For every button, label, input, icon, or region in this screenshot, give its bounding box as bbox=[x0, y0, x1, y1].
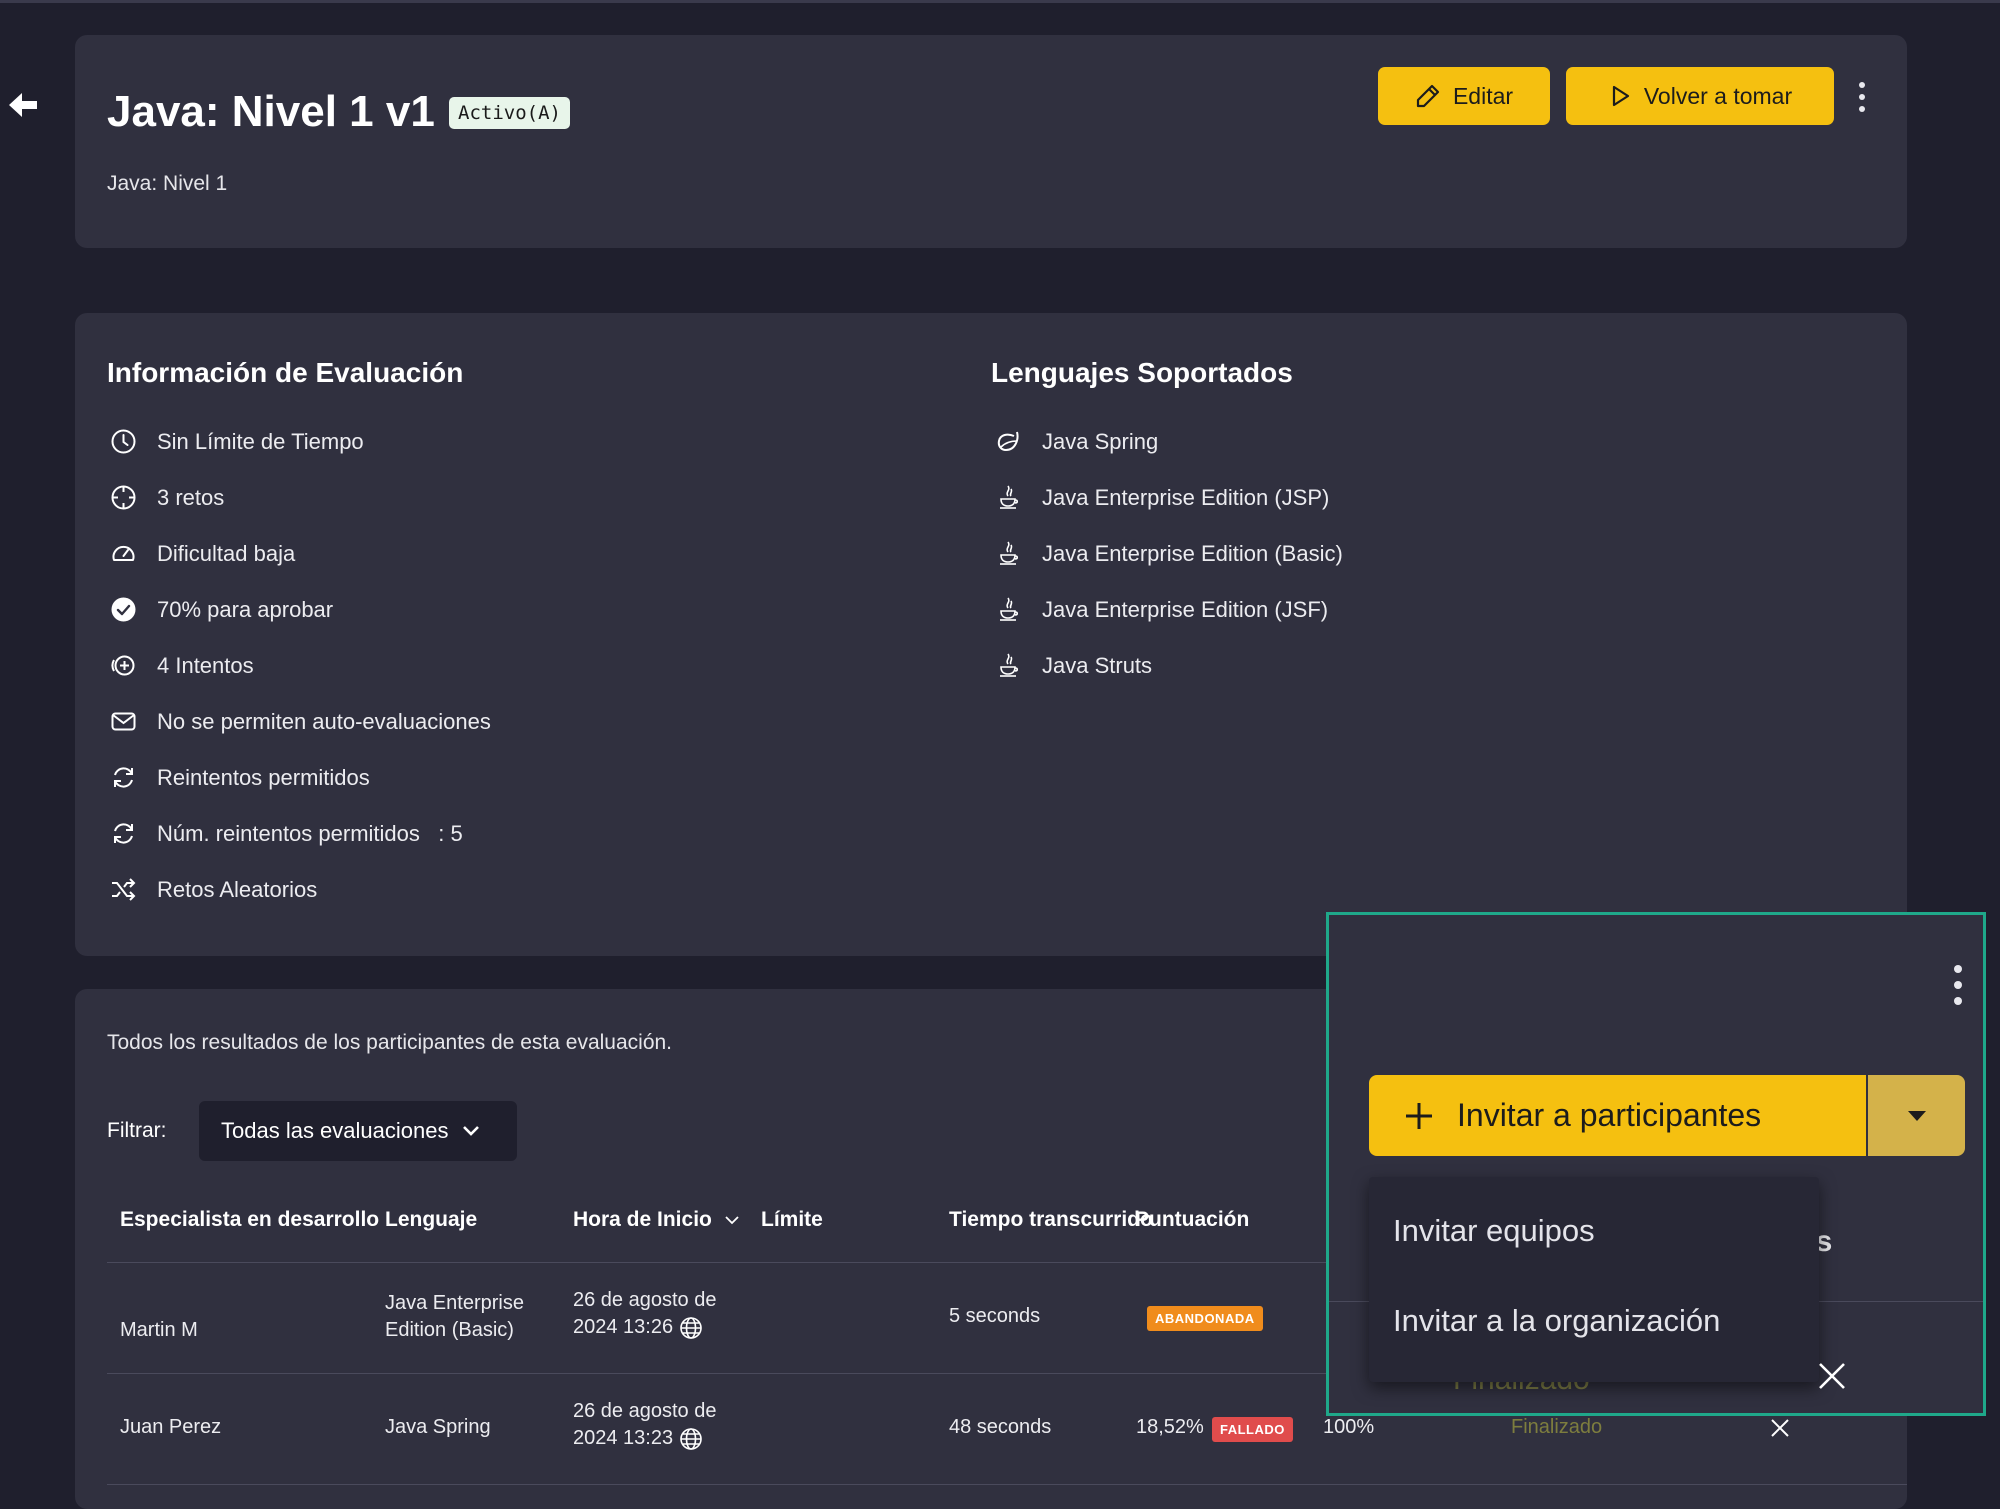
check-circle-icon bbox=[111, 597, 136, 622]
shuffle-icon bbox=[112, 878, 136, 901]
col-header-elapsed[interactable]: Tiempo transcurrido bbox=[949, 1208, 1153, 1232]
filter-select[interactable]: Todas las evaluaciones bbox=[199, 1101, 517, 1161]
row2-language: Java Spring bbox=[385, 1416, 491, 1438]
row1-elapsed: 5 seconds bbox=[949, 1305, 1041, 1327]
java-icon bbox=[1000, 485, 1019, 509]
globe-icon bbox=[680, 1316, 702, 1339]
row1-language: Java Enterprise Edition (Basic) bbox=[385, 1292, 524, 1341]
row2-score: 18,52% bbox=[1136, 1416, 1204, 1438]
java-icon bbox=[1000, 653, 1019, 677]
clock-icon bbox=[111, 429, 136, 454]
language-item-basic: Java Enterprise Edition (Basic) bbox=[995, 540, 1343, 567]
info-item-attempts: 4 Intentos bbox=[110, 652, 254, 679]
status-badge: Activo(A) bbox=[449, 97, 570, 129]
filter-value: Todas las evaluaciones bbox=[221, 1118, 449, 1143]
assessment-info-card: Información de Evaluación Sin Límite de … bbox=[75, 313, 1907, 956]
mail-icon bbox=[111, 712, 136, 731]
sort-chevron-icon bbox=[725, 1216, 739, 1225]
info-item-random-challenges: Retos Aleatorios bbox=[110, 876, 317, 903]
edit-button[interactable]: Editar bbox=[1378, 67, 1550, 125]
more-options-icon[interactable] bbox=[1859, 82, 1865, 112]
table-divider bbox=[107, 1484, 1907, 1485]
crosshair-icon bbox=[111, 485, 136, 510]
more-options-icon[interactable] bbox=[1954, 965, 1962, 1005]
plus-circle-icon bbox=[111, 655, 135, 676]
top-bar bbox=[0, 0, 2000, 3]
language-item-struts: Java Struts bbox=[995, 652, 1152, 679]
info-item-retries-count: Núm. reintentos permitidos : 5 bbox=[110, 820, 463, 847]
back-arrow-icon[interactable] bbox=[6, 90, 40, 120]
row2-state: Finalizado bbox=[1511, 1416, 1603, 1438]
assessment-header-card: Java: Nivel 1 v1 Activo(A) Java: Nivel 1… bbox=[75, 35, 1907, 248]
invite-participants-label: Invitar a participantes bbox=[1457, 1097, 1762, 1133]
row2-progress: 100% bbox=[1323, 1416, 1375, 1438]
info-section-title: Información de Evaluación bbox=[107, 357, 464, 388]
info-item-challenges: 3 retos bbox=[110, 484, 224, 511]
row1-status-badge: ABANDONADA bbox=[1147, 1306, 1263, 1331]
info-item-retries-allowed: Reintentos permitidos bbox=[110, 764, 370, 791]
languages-section-title: Lenguajes Soportados bbox=[991, 357, 1293, 388]
row1-start-time: 26 de agosto de 2024 13:26 bbox=[573, 1289, 717, 1339]
language-item-jsf: Java Enterprise Edition (JSF) bbox=[995, 596, 1328, 623]
row2-status-badge: FALLADO bbox=[1212, 1417, 1293, 1442]
info-item-time-limit: Sin Límite de Tiempo bbox=[110, 428, 364, 455]
col-header-developer[interactable]: Especialista en desarrollo bbox=[120, 1208, 379, 1232]
spring-icon bbox=[997, 431, 1019, 452]
invite-participants-button[interactable]: Invitar a participantes bbox=[1369, 1075, 1866, 1156]
edit-label: Editar bbox=[1452, 82, 1514, 109]
refresh-icon bbox=[114, 823, 133, 844]
col-header-score[interactable]: Puntuación bbox=[1135, 1208, 1249, 1232]
row2-start-time: 26 de agosto de 2024 13:23 bbox=[573, 1400, 717, 1450]
java-icon bbox=[1000, 597, 1019, 621]
pencil-icon bbox=[1416, 84, 1440, 108]
close-icon[interactable] bbox=[1816, 1360, 1848, 1392]
java-icon bbox=[1000, 541, 1019, 565]
gauge-icon bbox=[112, 545, 135, 561]
col-header-limit[interactable]: Límite bbox=[761, 1208, 823, 1232]
assessment-subtitle: Java: Nivel 1 bbox=[107, 172, 228, 195]
col-header-start-time[interactable]: Hora de Inicio bbox=[573, 1208, 740, 1232]
row2-elapsed: 48 seconds bbox=[949, 1416, 1052, 1438]
menu-item-invite-organization[interactable]: Invitar a la organización bbox=[1393, 1303, 1720, 1339]
language-item-spring: Java Spring bbox=[995, 428, 1158, 455]
info-item-difficulty: Dificultad baja bbox=[110, 540, 295, 567]
info-item-pass-score: 70% para aprobar bbox=[110, 596, 333, 623]
filter-label: Filtrar: bbox=[107, 1119, 167, 1142]
caret-down-icon bbox=[1907, 1110, 1926, 1121]
info-item-self-evaluation: No se permiten auto-evaluaciones bbox=[110, 708, 491, 735]
refresh-icon bbox=[114, 767, 133, 788]
plus-icon bbox=[1406, 1102, 1432, 1129]
row2-developer[interactable]: Juan Perez bbox=[120, 1414, 221, 1441]
language-item-jsp: Java Enterprise Edition (JSP) bbox=[995, 484, 1329, 511]
globe-icon bbox=[680, 1427, 702, 1450]
close-icon[interactable] bbox=[1769, 1417, 1791, 1439]
page-title: Java: Nivel 1 v1 bbox=[107, 87, 435, 136]
results-description: Todos los resultados de los participante… bbox=[107, 1031, 673, 1054]
invite-dropdown-zoom: Invitar a participantes es Finalizado In… bbox=[1326, 912, 1986, 1416]
invite-options-toggle[interactable] bbox=[1868, 1075, 1965, 1156]
menu-item-invite-teams[interactable]: Invitar equipos bbox=[1393, 1213, 1595, 1249]
invite-options-menu: Invitar equipos Invitar a la organizació… bbox=[1369, 1177, 1819, 1382]
row1-developer[interactable]: Martin M bbox=[120, 1317, 198, 1344]
play-icon bbox=[1612, 85, 1629, 107]
chevron-down-icon bbox=[463, 1126, 480, 1136]
retake-label: Volver a tomar bbox=[1643, 82, 1793, 109]
col-header-language[interactable]: Lenguaje bbox=[385, 1208, 484, 1232]
retake-button[interactable]: Volver a tomar bbox=[1566, 67, 1834, 125]
